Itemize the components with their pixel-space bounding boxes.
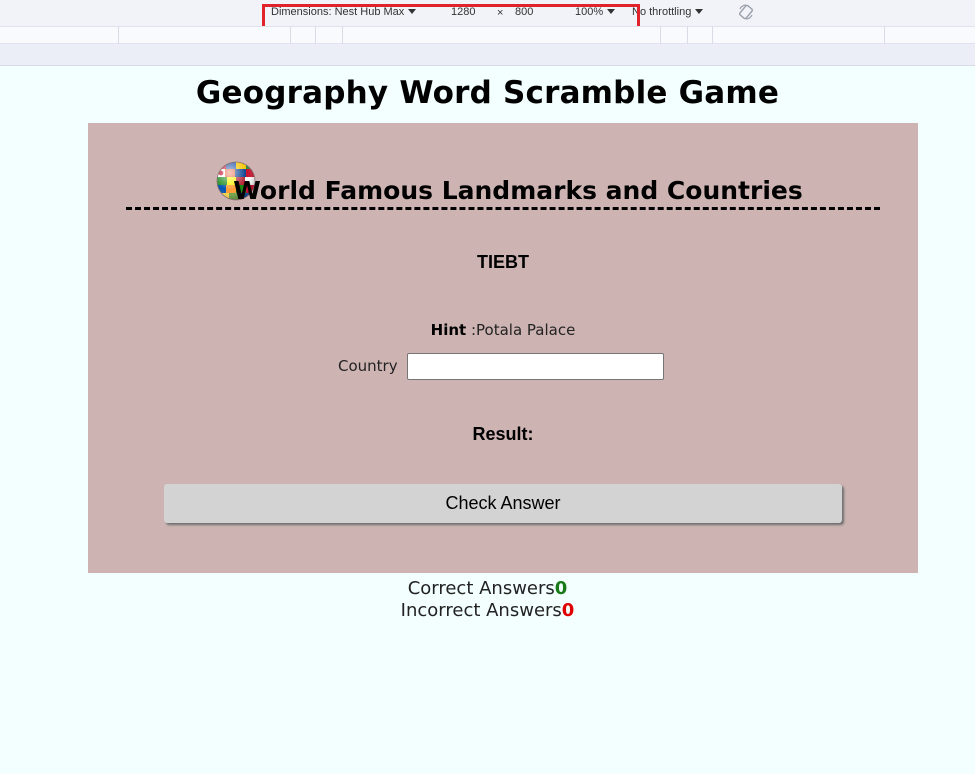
card-heading: World Famous Landmarks and Countries <box>126 174 880 210</box>
correct-answers: Correct Answers0 <box>0 578 975 599</box>
incorrect-answers-count: 0 <box>561 600 575 621</box>
media-query-bar <box>0 26 975 44</box>
correct-answers-label: Correct Answers <box>407 578 555 599</box>
check-answer-button[interactable]: Check Answer <box>164 484 842 523</box>
chevron-down-icon <box>695 9 704 14</box>
incorrect-answers-label: Incorrect Answers <box>400 600 562 621</box>
hint: Hint :Potala Palace <box>88 321 918 339</box>
scrambled-word: TIEBT <box>477 252 529 272</box>
result-label: Result: <box>472 424 534 444</box>
throttling-label: No throttling <box>632 6 692 18</box>
ruler-bar <box>0 44 975 66</box>
hint-label: Hint <box>430 321 467 339</box>
country-input[interactable] <box>406 352 664 380</box>
correct-answers-count: 0 <box>554 578 568 599</box>
incorrect-answers: Incorrect Answers0 <box>0 600 975 621</box>
rotate-icon[interactable] <box>737 3 755 21</box>
country-row: Country <box>338 352 664 380</box>
throttling-dropdown[interactable]: No throttling <box>632 6 704 18</box>
page-title: Geography Word Scramble Game <box>195 75 780 111</box>
hint-text: :Potala Palace <box>470 321 576 339</box>
country-label: Country <box>338 357 398 375</box>
